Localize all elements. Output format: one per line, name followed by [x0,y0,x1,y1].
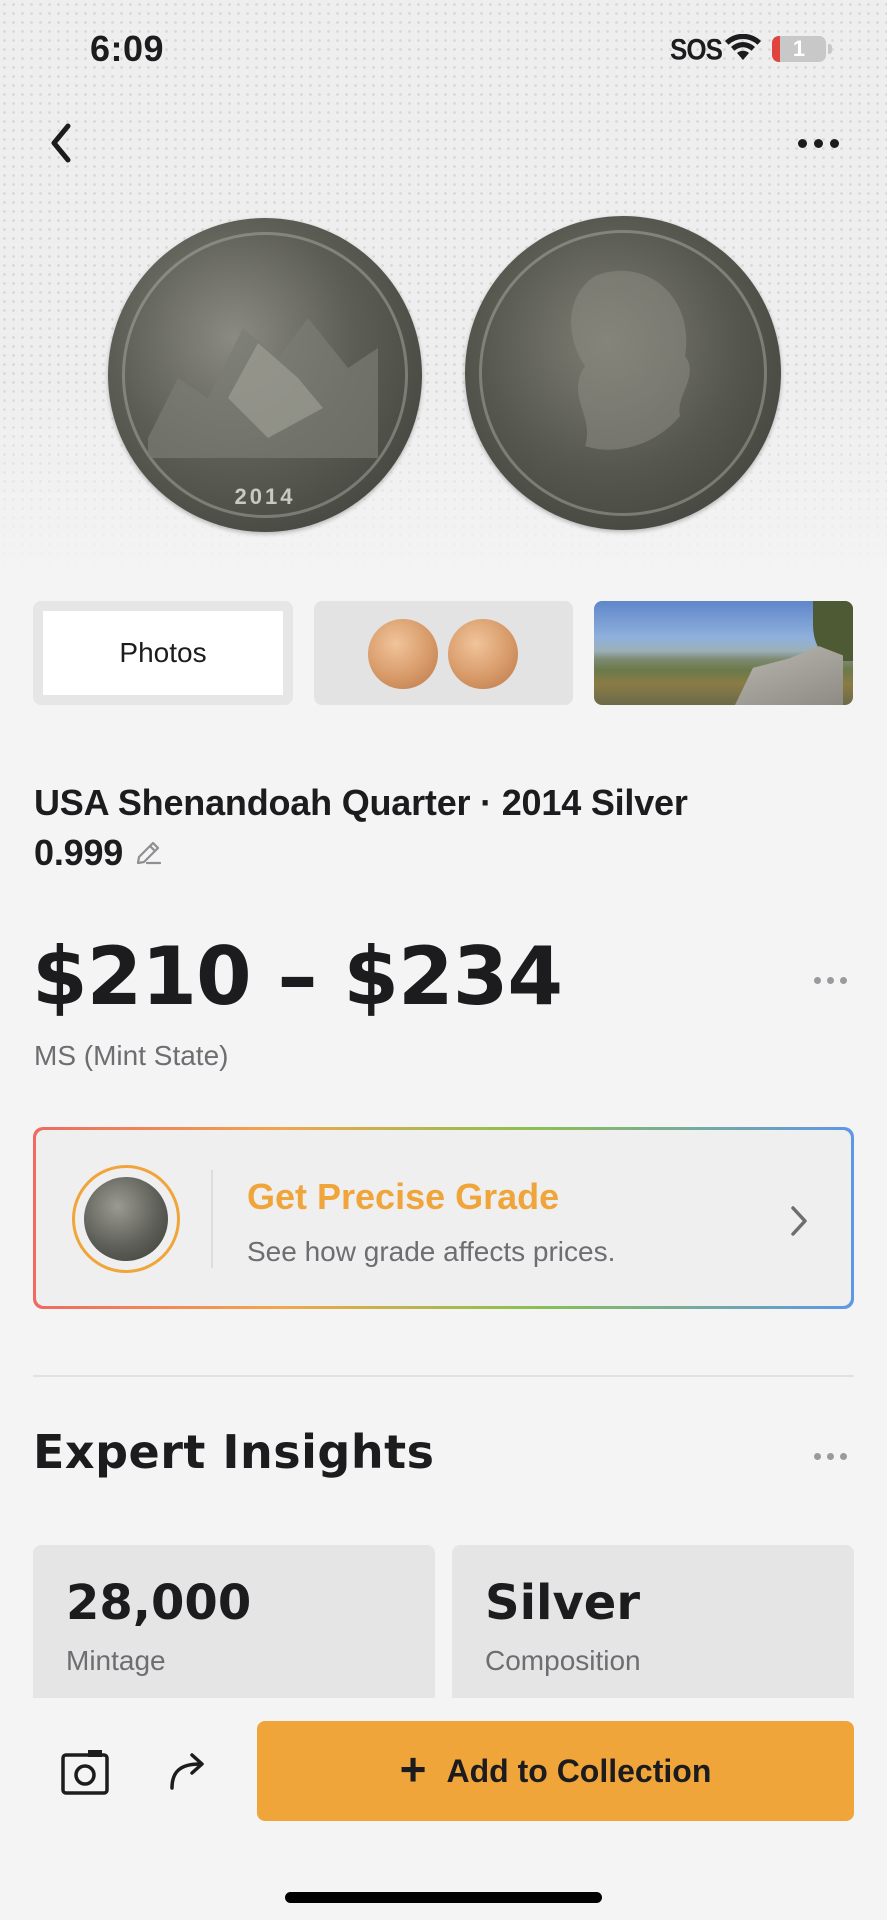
camera-icon[interactable] [60,1748,110,1796]
portrait-engraving [571,270,690,450]
grade-card-title: Get Precise Grade [247,1176,560,1217]
status-time: 6:09 [90,28,165,69]
dot [840,977,847,984]
ellipsis-dot [798,139,807,148]
rock-shape [735,646,843,705]
landscape-thumbnail[interactable] [594,601,853,705]
stat-value: Silver [485,1575,640,1631]
coin-obverse-image[interactable] [465,216,781,530]
dot [840,1453,847,1460]
photos-label: Photos [119,637,207,668]
status-carrier: SOS [670,31,723,67]
dot [814,977,821,984]
grade-coin-thumbnail [72,1165,180,1273]
expert-insights-title: Expert Insights [33,1425,435,1479]
price-range: $210 – $234 [32,930,563,1023]
stat-label: Mintage [66,1645,166,1676]
mountain-engraving [148,318,378,458]
chevron-right-icon [791,1206,807,1236]
ellipsis-icon[interactable] [794,128,844,158]
battery-cap [828,44,832,54]
add-to-collection-button[interactable]: + Add to Collection [257,1721,854,1821]
dot [827,977,834,984]
grade-coin-image [84,1177,168,1261]
ellipsis-dot [814,139,823,148]
plus-icon: + [399,1743,427,1795]
coin-pair-thumbnail[interactable] [314,601,573,705]
insights-more-icon[interactable] [814,1451,854,1463]
precise-grade-card[interactable]: Get Precise Grade See how grade affects … [33,1127,854,1309]
dot [827,1453,834,1460]
price-more-icon[interactable] [814,975,854,987]
add-to-collection-label: Add to Collection [446,1752,712,1789]
stat-label: Composition [485,1645,641,1676]
battery-icon: 1 [772,36,826,62]
dot [814,1453,821,1460]
stat-card-mintage[interactable]: 28,000 Mintage [33,1545,435,1715]
photos-thumbnail[interactable]: Photos [33,601,293,705]
share-icon[interactable] [166,1748,210,1792]
section-divider [33,1375,854,1377]
stat-value: 28,000 [66,1575,252,1631]
chevron-left-icon[interactable] [44,118,80,168]
ellipsis-dot [830,139,839,148]
home-indicator[interactable] [285,1892,602,1903]
mini-coin-obverse [448,619,518,689]
wifi-icon [725,34,761,60]
coin-title-text: USA Shenandoah Quarter · 2014 Silver 0.9… [34,782,688,873]
coin-title: USA Shenandoah Quarter · 2014 Silver 0.9… [34,778,774,878]
pencil-icon[interactable] [133,838,163,868]
precise-grade-card-inner: Get Precise Grade See how grade affects … [36,1130,851,1306]
mini-coin-reverse [368,619,438,689]
grade-label: MS (Mint State) [34,1040,229,1071]
grade-divider [211,1170,213,1268]
coin-year: 2014 [234,484,296,509]
coin-reverse-image[interactable]: 2014 [108,218,422,532]
battery-level: 1 [792,36,806,61]
grade-card-subtitle: See how grade affects prices. [247,1236,616,1267]
stat-card-composition[interactable]: Silver Composition [452,1545,854,1715]
